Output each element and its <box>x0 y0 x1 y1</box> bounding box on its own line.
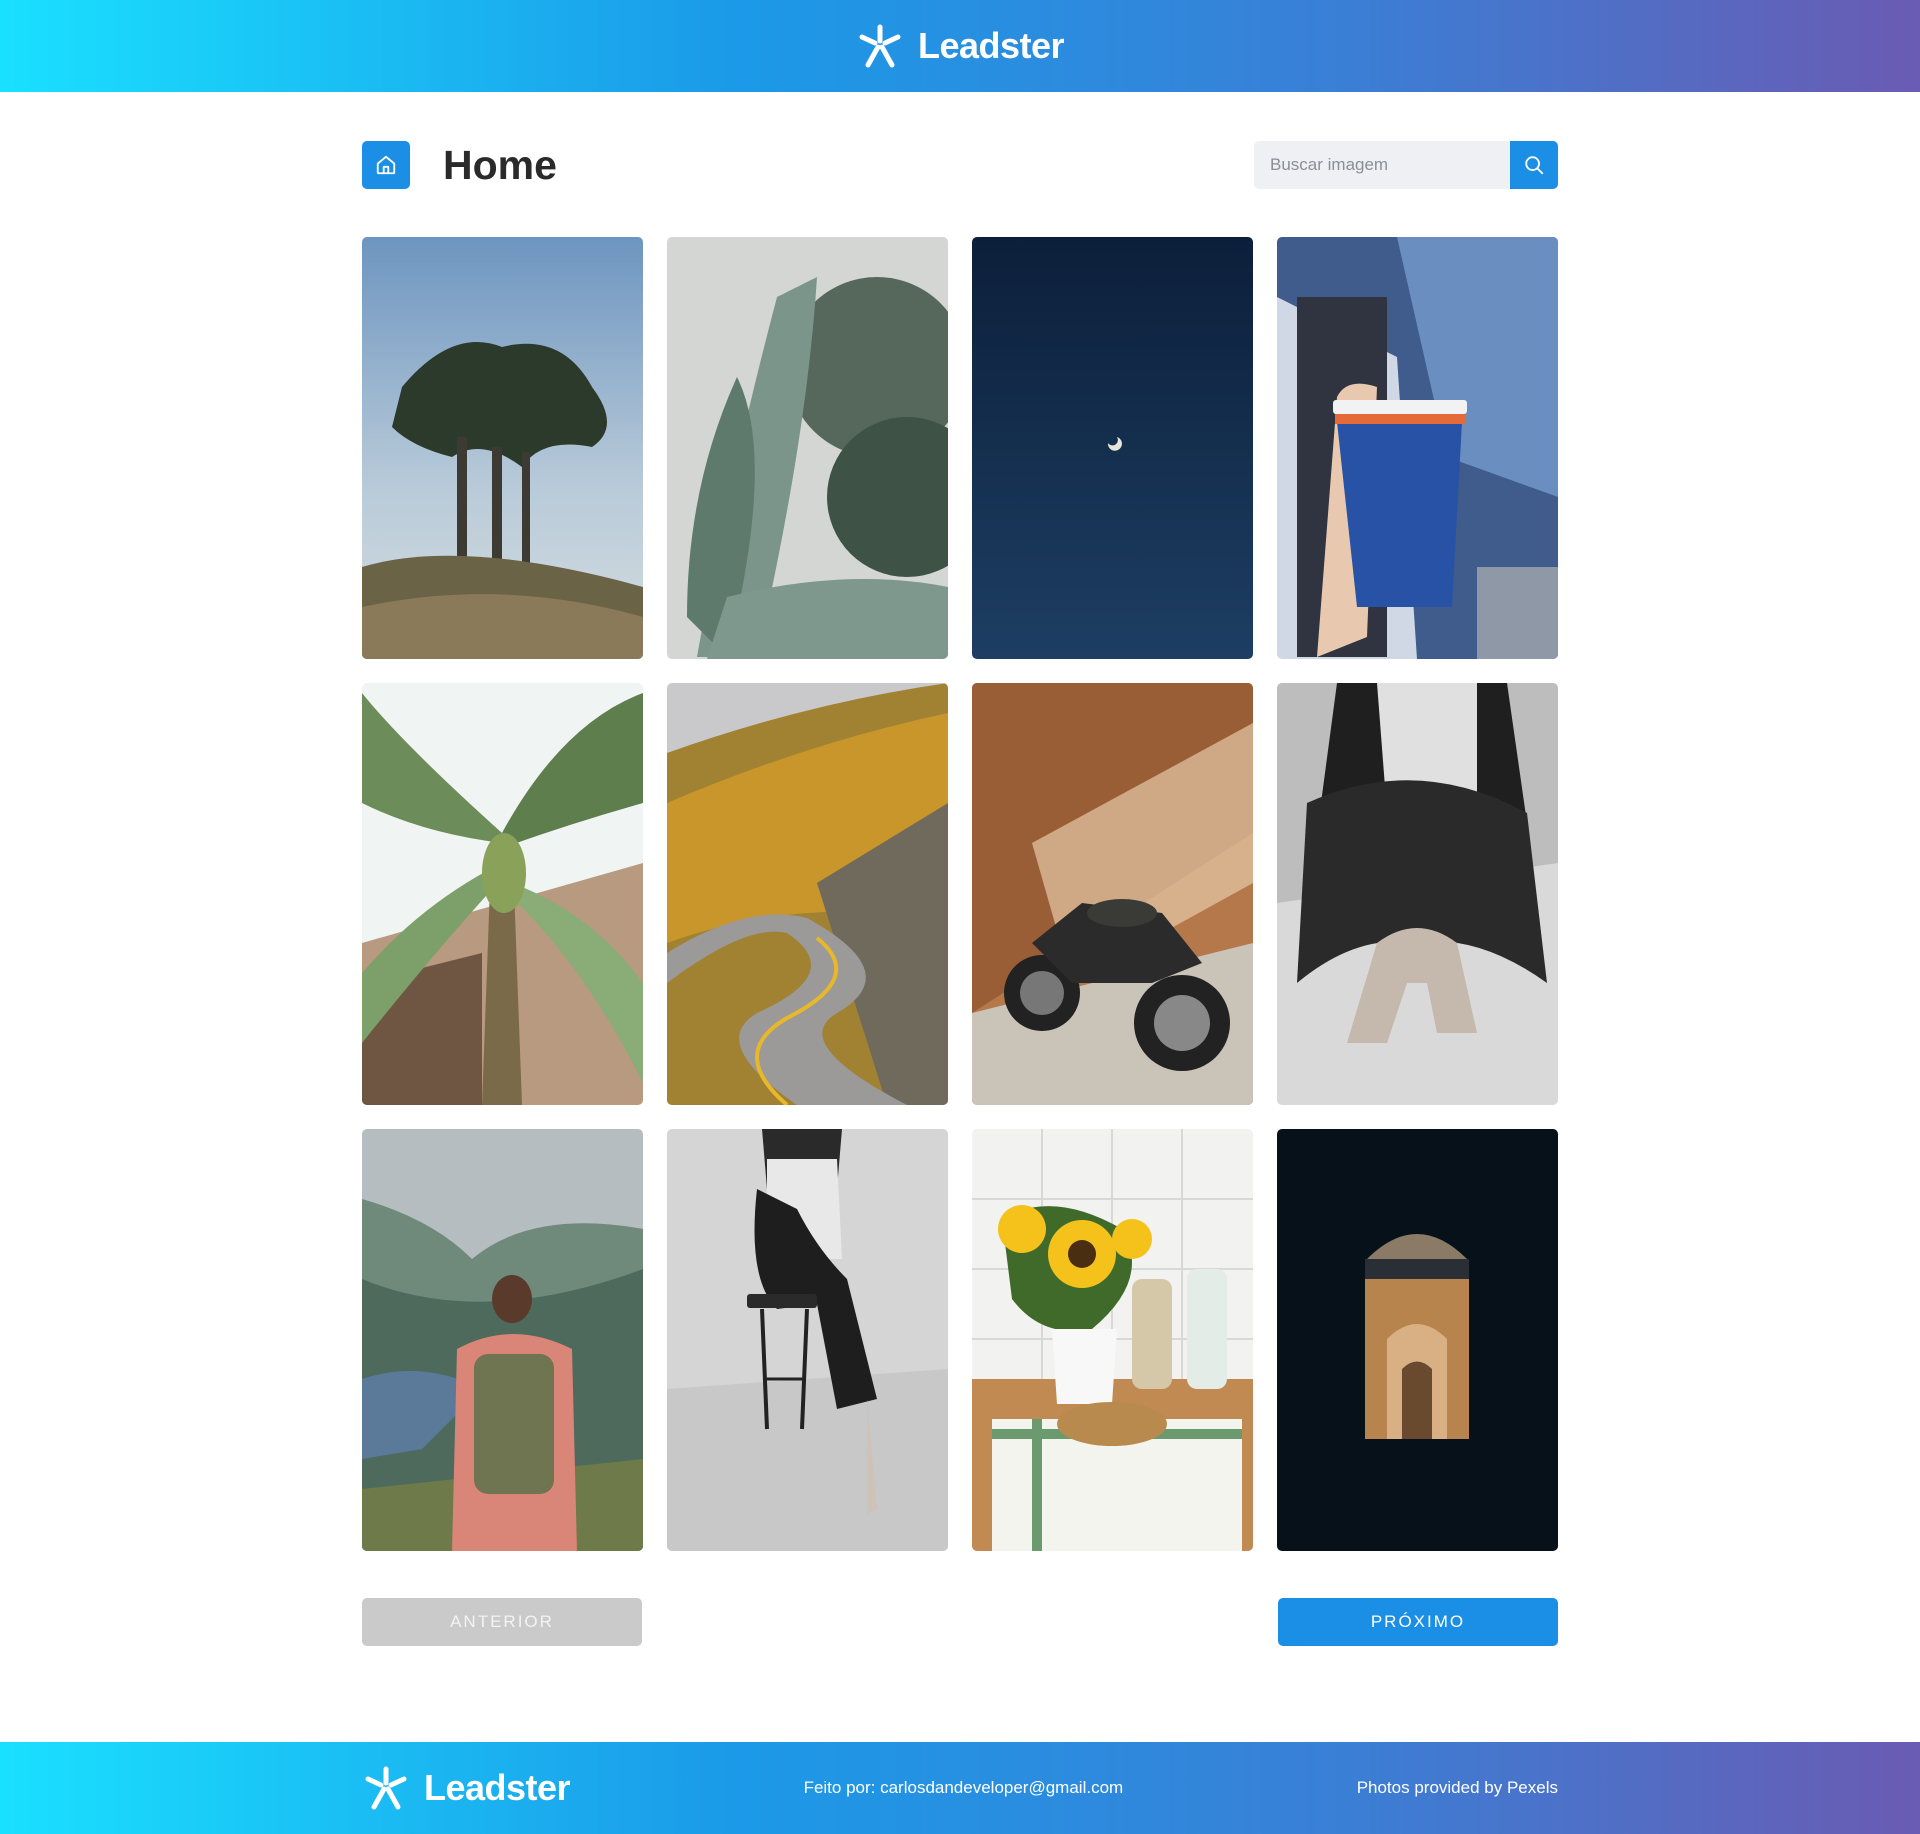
top-bar: Leadster <box>0 0 1920 92</box>
photo-cypress-trees[interactable] <box>362 237 643 659</box>
photo-image <box>362 237 643 659</box>
leadster-logo-icon <box>365 1766 407 1810</box>
footer-brand-logo[interactable]: Leadster <box>362 1765 571 1811</box>
photo-image <box>667 1129 948 1551</box>
leadster-logo-icon <box>859 24 901 68</box>
photo-motorcycle-brick-wall[interactable] <box>972 683 1253 1105</box>
search-button[interactable] <box>1510 141 1558 189</box>
previous-button[interactable]: ANTERIOR <box>362 1598 642 1646</box>
home-icon <box>376 155 396 175</box>
photo-woman-sitting-bw[interactable] <box>1277 683 1558 1105</box>
page-title: Home <box>443 141 557 188</box>
photo-image <box>1277 237 1558 659</box>
brand-logo[interactable]: Leadster <box>856 23 1065 69</box>
photo-woman-on-stool-bw[interactable] <box>667 1129 948 1551</box>
search-box <box>1254 141 1558 189</box>
pagination: ANTERIOR PRÓXIMO <box>362 1598 1558 1646</box>
photo-image <box>362 1129 643 1551</box>
photo-winding-road-autumn[interactable] <box>667 683 948 1105</box>
next-button[interactable]: PRÓXIMO <box>1278 1598 1558 1646</box>
photo-image <box>972 237 1253 659</box>
home-button[interactable] <box>362 141 410 189</box>
photo-banana-leaves[interactable] <box>667 237 948 659</box>
photo-image <box>972 683 1253 1105</box>
photo-image <box>972 1129 1253 1551</box>
search-input[interactable] <box>1254 141 1510 189</box>
photos-credit: Photos provided by Pexels <box>1356 1778 1558 1797</box>
photo-image <box>667 683 948 1105</box>
photo-image <box>1277 683 1558 1105</box>
page-header: Home <box>362 141 1558 189</box>
footer: Leadster Feito por: carlosdandeveloper@g… <box>0 1742 1920 1834</box>
photo-sunflowers-kitchen[interactable] <box>972 1129 1253 1551</box>
photo-dark-arch-window[interactable] <box>1277 1129 1558 1551</box>
photo-image <box>1277 1129 1558 1551</box>
footer-brand-name: Leadster <box>424 1767 571 1808</box>
photo-coffee-cup-building[interactable] <box>1277 237 1558 659</box>
footer-credit: Feito por: carlosdandeveloper@gmail.com <box>803 1778 1124 1797</box>
search-icon <box>1525 156 1544 175</box>
photo-crescent-moon-sky[interactable] <box>972 237 1253 659</box>
photo-grid <box>362 237 1558 1551</box>
photo-image <box>667 237 948 659</box>
brand-name: Leadster <box>917 25 1065 66</box>
photo-banana-tree[interactable] <box>362 683 643 1105</box>
photo-hiker-mountain-lake[interactable] <box>362 1129 643 1551</box>
photo-image <box>362 683 643 1105</box>
